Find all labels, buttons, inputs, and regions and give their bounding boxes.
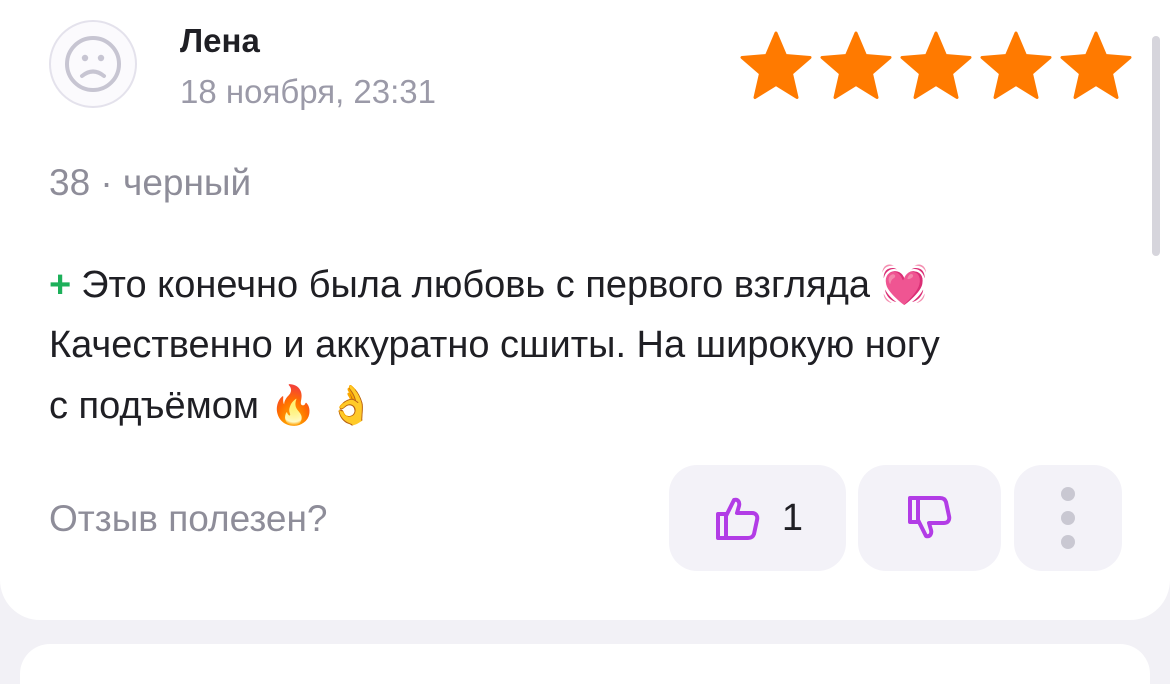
author-name: Лена xyxy=(180,22,260,59)
scrollbar[interactable] xyxy=(1152,36,1160,256)
like-button[interactable]: 1 xyxy=(669,465,846,571)
fire-emoji: 🔥 xyxy=(269,383,317,427)
star-icon xyxy=(1058,30,1134,102)
star-icon xyxy=(978,30,1054,102)
helpful-question: Отзыв полезен? xyxy=(49,498,328,539)
review-line-3: с подъёмом 🔥 👌 xyxy=(49,375,1139,436)
product-variant: 38 · черный xyxy=(49,162,252,203)
more-options-button[interactable] xyxy=(1014,465,1122,571)
ok-hand-emoji: 👌 xyxy=(327,383,375,427)
thumbs-up-icon xyxy=(715,497,760,540)
review-line-2: Качественно и аккуратно сшиты. На широку… xyxy=(49,324,940,366)
review-date: 18 ноября, 23:31 xyxy=(180,73,436,110)
heart-emoji: 💓 xyxy=(880,262,928,306)
review-card: Лена 18 ноября, 23:31 38 · черный + Это к… xyxy=(0,0,1170,620)
review-text: + Это конечно была любовь с первого взгля… xyxy=(49,254,1139,436)
star-icon xyxy=(818,30,894,102)
sad-face-icon xyxy=(65,36,121,92)
review-line-3-text: с подъёмом xyxy=(49,385,260,427)
more-vertical-icon xyxy=(1061,487,1075,549)
dislike-button[interactable] xyxy=(858,465,1001,571)
star-icon xyxy=(898,30,974,102)
thumbs-down-icon xyxy=(907,496,951,539)
rating-stars xyxy=(738,30,1134,102)
avatar xyxy=(49,20,137,108)
next-review-card-edge xyxy=(20,644,1150,684)
review-line-1: + Это конечно была любовь с первого взгля… xyxy=(49,254,1139,315)
star-icon xyxy=(738,30,814,102)
pros-plus-sign: + xyxy=(49,264,72,306)
like-count: 1 xyxy=(781,496,804,539)
review-line-1-text: Это конечно была любовь с первого взгляд… xyxy=(81,264,871,306)
